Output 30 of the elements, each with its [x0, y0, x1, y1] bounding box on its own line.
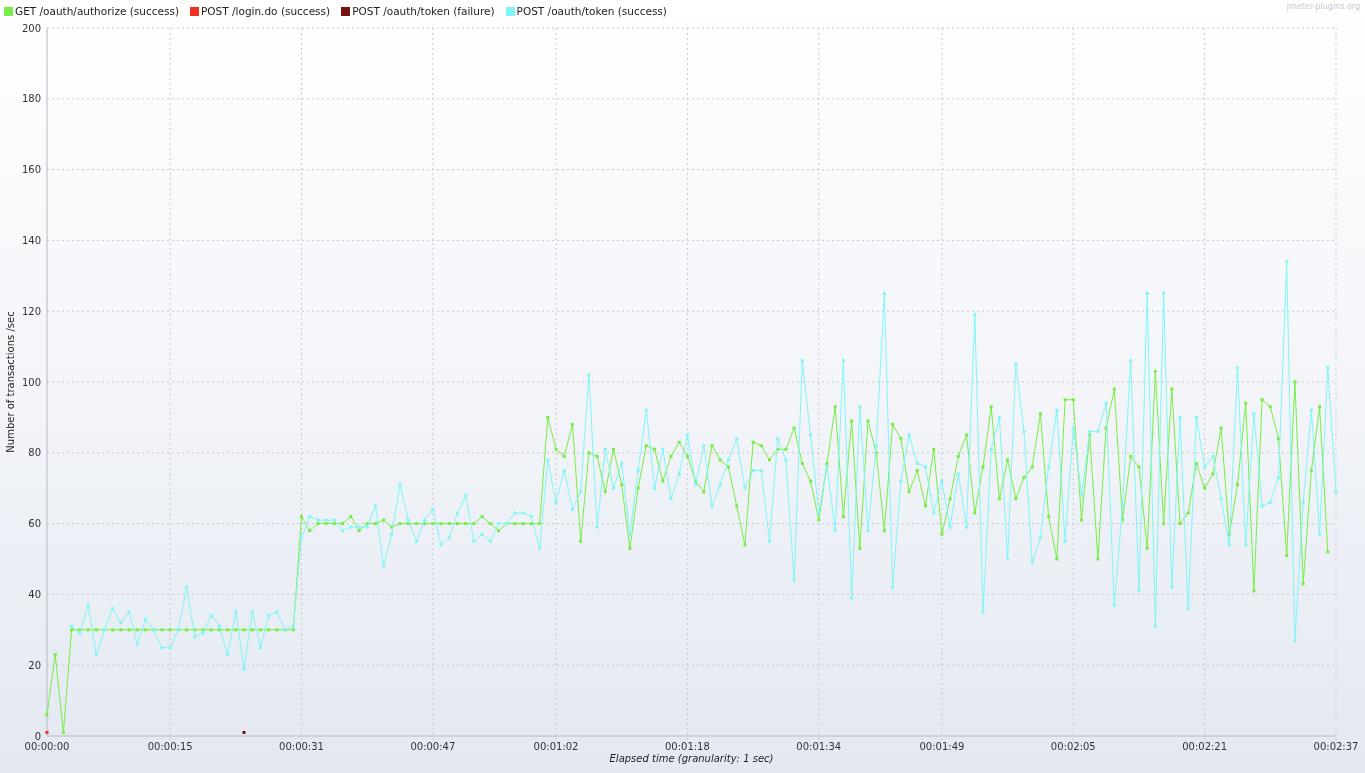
legend-label: POST /oauth/token (success)	[516, 5, 667, 17]
y-tick-label: 140	[21, 234, 41, 246]
x-tick-label: 00:00:00	[24, 740, 70, 752]
legend-label: POST /login.do (success)	[201, 5, 331, 17]
data-point	[45, 730, 49, 734]
x-tick-label: 00:01:49	[919, 740, 965, 752]
y-tick-label: 180	[21, 93, 41, 105]
x-tick-label: 00:02:37	[1313, 740, 1359, 752]
x-tick-label: 00:02:05	[1050, 740, 1096, 752]
x-tick-label: 00:01:18	[664, 740, 710, 752]
y-tick-label: 100	[21, 376, 41, 388]
y-tick-label: 20	[28, 659, 41, 671]
y-tick-label: 60	[28, 518, 41, 530]
legend-label: POST /oauth/token (failure)	[352, 5, 495, 17]
y-axis-title: Number of transactions /sec	[4, 311, 16, 453]
x-tick-label: 00:00:31	[279, 740, 324, 752]
y-tick-label: 120	[21, 305, 41, 317]
legend-label: GET /oauth/authorize (success)	[15, 5, 179, 17]
x-tick-label: 00:01:34	[796, 740, 842, 752]
y-tick-label: 0	[34, 730, 41, 742]
y-tick-label: 40	[28, 588, 41, 600]
x-axis-title: Elapsed time (granularity: 1 sec)	[609, 753, 774, 765]
data-point	[242, 730, 246, 734]
x-tick-label: 00:01:02	[533, 740, 579, 752]
y-tick-label: 80	[28, 447, 41, 459]
y-tick-label: 160	[21, 164, 41, 176]
x-tick-label: 00:00:47	[410, 740, 456, 752]
x-tick-label: 00:02:21	[1182, 740, 1228, 752]
y-tick-label: 200	[21, 22, 41, 34]
x-tick-label: 00:00:15	[147, 740, 193, 752]
